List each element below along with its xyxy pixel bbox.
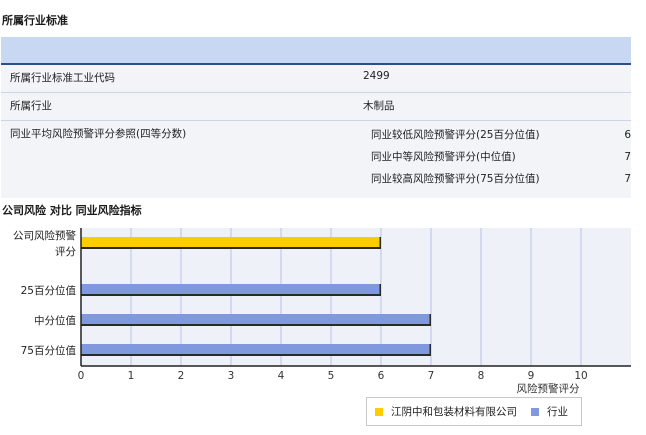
bar-edge: [429, 344, 431, 356]
legend-label-industry: 行业: [547, 406, 568, 418]
table-row: 所属行业 木制品: [1, 92, 631, 121]
bar-edge: [379, 237, 381, 249]
x-tick-label: 9: [528, 370, 535, 382]
x-tick-label: 2: [178, 370, 185, 382]
section-title-chart: 公司风险 对比 同业风险指标: [2, 204, 142, 217]
section-title-industry-standard: 所属行业标准: [2, 14, 68, 27]
row-label: 所属行业: [1, 92, 363, 121]
legend-swatch-industry: [531, 407, 539, 416]
row-label: 所属行业标准工业代码: [1, 64, 363, 93]
y-category-label: 中分位值: [34, 314, 76, 327]
y-category-label: 75百分位值: [21, 344, 77, 357]
bar-shadow: [81, 354, 431, 356]
x-tick-label: 10: [574, 370, 587, 382]
x-tick-label: 0: [78, 370, 85, 382]
table-row-reference: 同业平均风险预警评分参照(四等分数) 同业较低风险预警评分(25百分位值) 6 …: [1, 120, 631, 198]
table-header-row: [1, 37, 631, 65]
risk-comparison-chart: 0 1 2 3 4 5 6 7 8 9 10 公司风险预警评分 25百分位值中分位值 75百分位值风险预警…: [13, 228, 631, 395]
reference-label: 同业中等风险预警评分(中位值): [371, 151, 516, 163]
x-axis-label: 风险预警评分: [517, 382, 580, 395]
reference-value: 6: [624, 129, 631, 141]
table-row: 所属行业标准工业代码 2499: [1, 64, 631, 93]
y-category-label: 评分: [55, 246, 76, 258]
list-item: 同业中等风险预警评分(中位值) 7: [363, 146, 631, 168]
bar-shadow: [81, 247, 381, 249]
list-item: 同业较低风险预警评分(25百分位值) 6: [363, 124, 631, 146]
chart-legend: 江阴中和包装材料有限公司 行业: [366, 397, 582, 426]
reference-value: 7: [624, 151, 631, 163]
bar-shadow: [81, 324, 431, 326]
row-value: 木制品: [363, 92, 631, 121]
x-tick-label: 4: [278, 370, 285, 382]
legend-swatch-company: [375, 407, 383, 416]
y-category-label: 25百分位值: [21, 284, 77, 297]
row-value: 2499: [363, 64, 631, 93]
y-category-label: 公司风险预警: [13, 229, 76, 242]
x-tick-label: 3: [228, 370, 235, 382]
x-tick-label: 8: [478, 370, 485, 382]
reference-list: 同业较低风险预警评分(25百分位值) 6 同业中等风险预警评分(中位值) 7 同…: [363, 124, 631, 190]
reference-value: 7: [624, 173, 631, 185]
list-item: 同业较高风险预警评分(75百分位值) 7: [363, 168, 631, 190]
bar-edge: [429, 314, 431, 326]
x-tick-label: 7: [428, 370, 435, 382]
reference-label: 同业较低风险预警评分(25百分位值): [371, 129, 540, 141]
bar-shadow: [81, 294, 381, 296]
x-tick-label: 5: [328, 370, 335, 382]
legend-label-company: 江阴中和包装材料有限公司: [391, 406, 517, 418]
row-label: 同业平均风险预警评分参照(四等分数): [1, 120, 363, 198]
reference-label: 同业较高风险预警评分(75百分位值): [371, 173, 540, 185]
bar-edge: [379, 284, 381, 296]
industry-info-table: 所属行业标准工业代码 2499 所属行业 木制品 同业平均风险预警评分参照(四等…: [1, 37, 631, 198]
x-tick-label: 6: [378, 370, 385, 382]
x-tick-label: 1: [128, 370, 135, 382]
